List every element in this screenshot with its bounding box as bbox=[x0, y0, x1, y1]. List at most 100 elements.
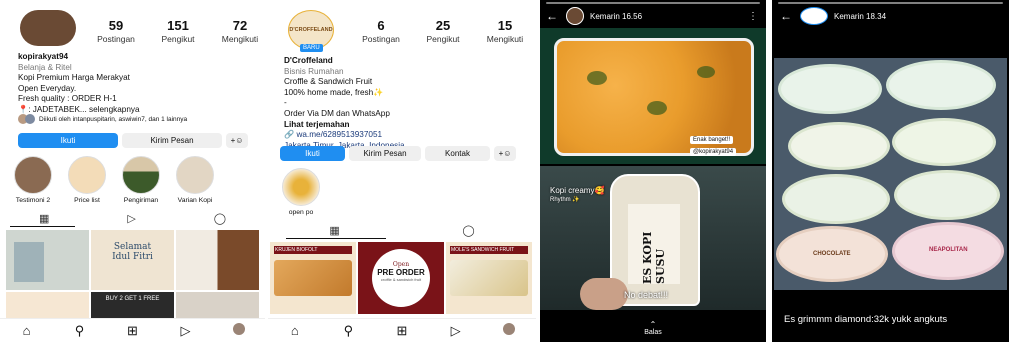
bottle-label: ES KOPI SUSU bbox=[628, 204, 680, 284]
tagged-tab-icon[interactable]: ◯ bbox=[214, 212, 226, 225]
add-person-button[interactable]: +☺ bbox=[226, 133, 248, 148]
profile-category: Bisnis Rumahan bbox=[284, 66, 344, 76]
post-grid: Selamat Idul Fitri BUY 2 GET 1 FREE bbox=[6, 230, 259, 322]
message-button[interactable]: Kirim Pesan bbox=[349, 146, 421, 161]
follow-button[interactable]: Ikuti bbox=[280, 146, 345, 161]
profile-stats: 59 Postingan 151 Pengikut 72 Mengikuti bbox=[85, 18, 265, 44]
bio-line: Kopi Premium Harga Merakyat bbox=[18, 73, 130, 83]
highlight-label: open po bbox=[288, 209, 314, 216]
add-person-button[interactable]: +☺ bbox=[494, 146, 516, 161]
chevron-up-icon: ⌃ bbox=[649, 320, 657, 329]
highlight-cover bbox=[176, 156, 214, 194]
highlight-item[interactable]: Price list bbox=[68, 156, 106, 204]
post-thumbnail[interactable]: Open PRE ORDER croffle & sandwich fruit bbox=[358, 242, 444, 314]
highlight-label: Testimoni 2 bbox=[15, 197, 51, 204]
story-avatar[interactable] bbox=[800, 7, 828, 25]
bio-line: - bbox=[284, 98, 287, 108]
tagged-tab-icon[interactable]: ◯ bbox=[462, 224, 474, 237]
follow-button[interactable]: Ikuti bbox=[18, 133, 118, 148]
stat-followers[interactable]: 25 Pengikut bbox=[412, 18, 474, 44]
highlight-item[interactable]: Varian Kopi bbox=[176, 156, 214, 204]
highlight-item[interactable]: Pengiriman bbox=[122, 156, 160, 204]
story-header: ← Kemarin 16.56 ⋮ bbox=[540, 6, 766, 26]
more-icon[interactable]: ⋮ bbox=[748, 11, 758, 22]
stat-posts[interactable]: 6 Postingan bbox=[350, 18, 412, 44]
profile-avatar[interactable] bbox=[20, 10, 76, 46]
back-arrow-icon[interactable]: ← bbox=[780, 9, 792, 23]
story-caption: No debat!!! bbox=[624, 290, 669, 300]
story-mention[interactable]: @kopirakyat94 bbox=[690, 148, 737, 156]
garnish bbox=[697, 66, 715, 78]
profile-avatar-icon[interactable] bbox=[500, 323, 518, 338]
profile-category: Belanja & Ritel bbox=[18, 62, 72, 72]
post-thumbnail[interactable]: Selamat Idul Fitri bbox=[91, 230, 174, 290]
reels-icon[interactable]: ▷ bbox=[447, 323, 465, 339]
hand bbox=[580, 278, 628, 310]
add-person-icon: +☺ bbox=[230, 136, 244, 145]
contact-button[interactable]: Kontak bbox=[425, 146, 490, 161]
post-thumbnail[interactable]: KRUJEN BIOFOLT bbox=[270, 242, 356, 314]
bio-line: Order Via DM dan WhatsApp bbox=[284, 108, 390, 118]
stat-number: 15 bbox=[497, 18, 513, 33]
post-thumbnail[interactable] bbox=[176, 230, 259, 290]
highlight-item[interactable]: open po bbox=[282, 168, 320, 216]
bio-line: Fresh quality : ORDER H-1 bbox=[18, 94, 117, 104]
translate-link[interactable]: Lihat terjemahan bbox=[284, 120, 529, 131]
garnish bbox=[587, 71, 607, 85]
active-tab-indicator bbox=[286, 238, 386, 239]
stat-following[interactable]: 72 Mengikuti bbox=[209, 18, 265, 44]
stat-number: 151 bbox=[167, 18, 189, 33]
stat-following[interactable]: 15 Mengikuti bbox=[474, 18, 536, 44]
create-icon[interactable]: ⊞ bbox=[393, 323, 411, 339]
highlight-label: Price list bbox=[74, 197, 100, 204]
garnish bbox=[647, 101, 667, 115]
grid-tab-icon[interactable]: ▦ bbox=[329, 224, 339, 237]
home-icon[interactable]: ⌂ bbox=[286, 323, 304, 338]
search-icon[interactable]: ⚲ bbox=[71, 323, 89, 339]
reply-control[interactable]: ⌃ Balas bbox=[540, 320, 766, 336]
story-image-top: Enak banget!! @kopirakyat94 bbox=[540, 28, 766, 164]
post-text: Selamat Idul Fitri bbox=[112, 242, 153, 262]
ice-cream-tub bbox=[788, 122, 890, 170]
story-progress-bar bbox=[546, 2, 760, 4]
post-thumbnail[interactable]: MOLE'S SANDWICH FRUIT bbox=[446, 242, 532, 314]
profile-link[interactable]: 🔗 wa.me/6289513937051 bbox=[284, 130, 529, 141]
bottle-label-text: ES KOPI SUSU bbox=[641, 231, 667, 284]
grid-tab-icon[interactable]: ▦ bbox=[39, 212, 49, 225]
profile-panel-dcroffeland: D'CROFFELAND BARU 6 Postingan 25 Pengikut … bbox=[268, 0, 536, 342]
reels-icon[interactable]: ▷ bbox=[177, 323, 195, 339]
new-badge: BARU bbox=[300, 44, 323, 52]
freezer-image: CHOCOLATE NEAPOLITAN bbox=[774, 58, 1007, 290]
post-food-image bbox=[450, 260, 528, 296]
highlight-item[interactable]: Testimoni 2 bbox=[14, 156, 52, 204]
bio-line: 100% home made, fresh✨ bbox=[284, 87, 384, 97]
stat-followers[interactable]: 151 Pengikut bbox=[147, 18, 209, 44]
followed-by-row[interactable]: Diikuti oleh intanpuspitarin, aswiwin7, … bbox=[18, 114, 187, 124]
bottom-nav: ⌂ ⚲ ⊞ ▷ bbox=[0, 318, 265, 342]
profile-stats: 6 Postingan 25 Pengikut 15 Mengikuti bbox=[350, 18, 536, 44]
ice-cream-tub bbox=[886, 60, 996, 110]
create-icon[interactable]: ⊞ bbox=[124, 323, 142, 339]
reels-tab-icon[interactable]: ▷ bbox=[127, 212, 135, 225]
post-thumbnail[interactable] bbox=[6, 230, 89, 290]
ice-cream-tub: CHOCOLATE bbox=[776, 226, 888, 282]
reply-label: Balas bbox=[644, 329, 662, 336]
profile-name: D'Croffeland bbox=[284, 56, 333, 65]
highlight-cover bbox=[14, 156, 52, 194]
stat-label: Pengikut bbox=[161, 34, 195, 44]
search-icon[interactable]: ⚲ bbox=[339, 323, 357, 339]
stat-posts[interactable]: 59 Postingan bbox=[85, 18, 147, 44]
active-tab-indicator bbox=[10, 226, 75, 227]
story-avatar[interactable] bbox=[566, 7, 584, 25]
profile-avatar-icon[interactable] bbox=[230, 323, 248, 338]
story-caption-top2: Rhythm ✨ bbox=[550, 197, 580, 203]
back-arrow-icon[interactable]: ← bbox=[546, 9, 558, 23]
stat-label: Postingan bbox=[362, 34, 400, 44]
story-caption-top: Kopi creamy🥰 bbox=[550, 186, 605, 195]
highlight-cover bbox=[282, 168, 320, 206]
message-button[interactable]: Kirim Pesan bbox=[122, 133, 222, 148]
highlight-label: Pengiriman bbox=[123, 197, 159, 204]
home-icon[interactable]: ⌂ bbox=[18, 323, 36, 338]
story-highlights: Testimoni 2 Price list Pengiriman Varian… bbox=[14, 156, 214, 204]
story-image-bottom: Kopi creamy🥰 Rhythm ✨ ES KOPI SUSU No de… bbox=[540, 166, 766, 310]
